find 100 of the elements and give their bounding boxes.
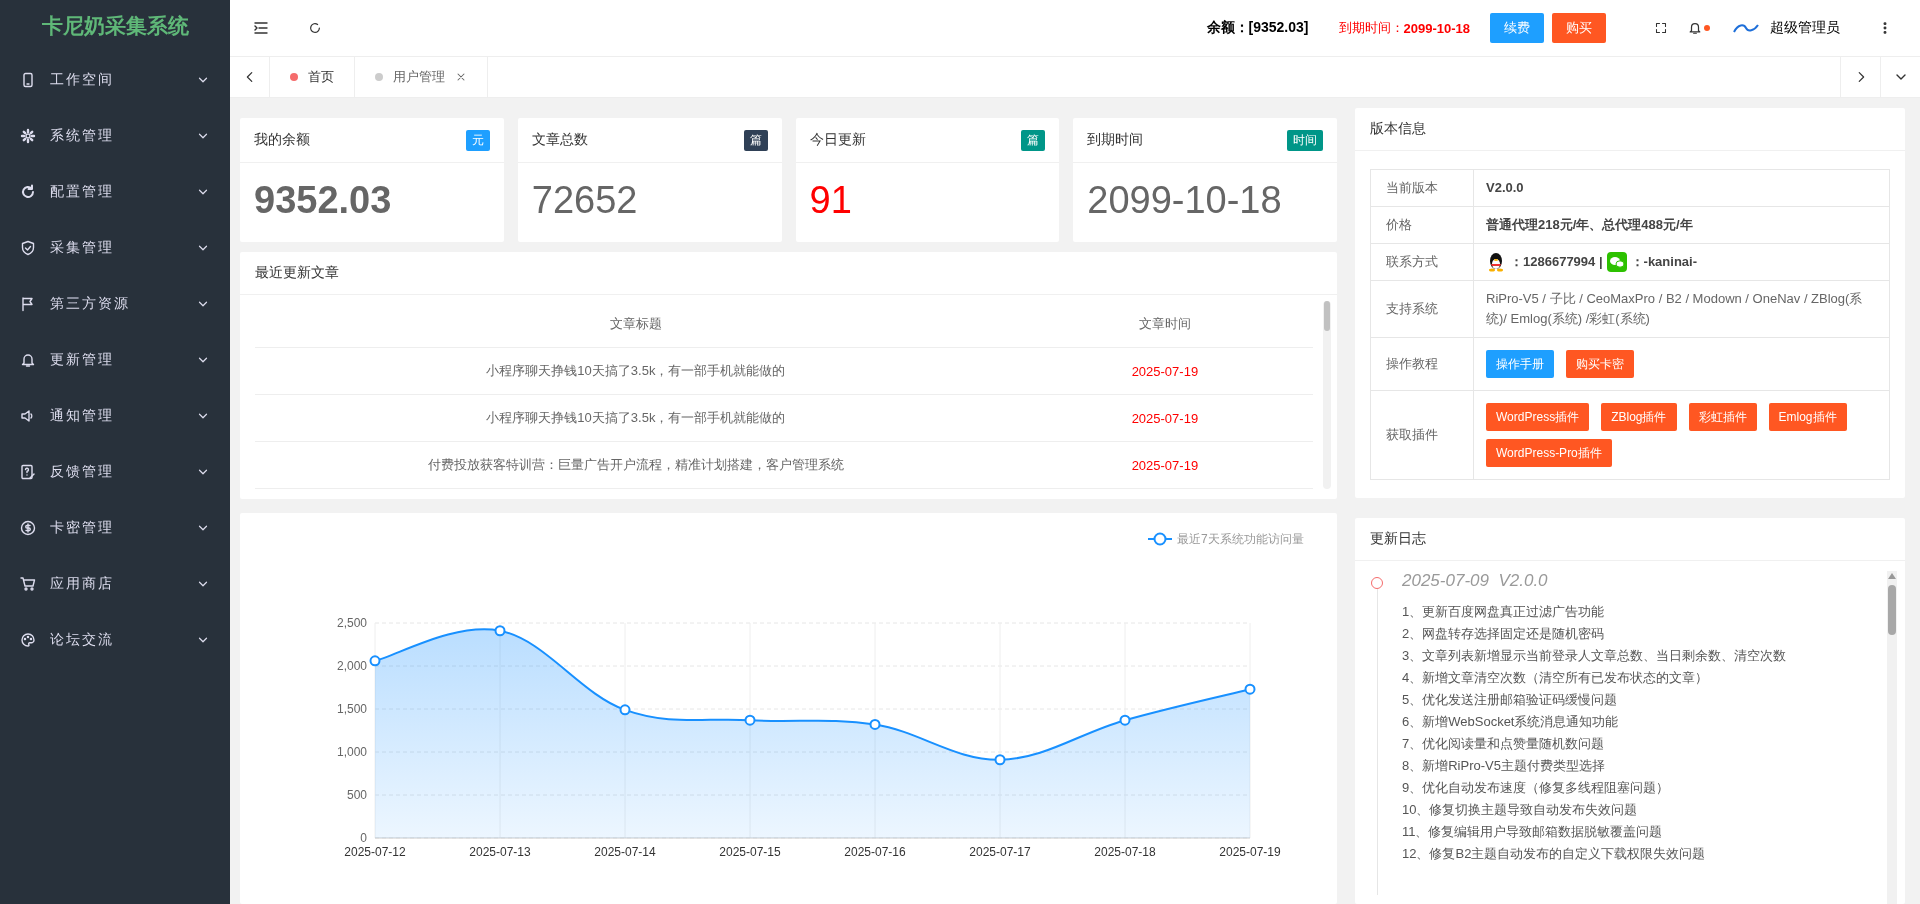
status-dot (290, 73, 298, 81)
changelog-item: 4、新增文章清空次数（清空所有已发布状态的文章） (1402, 669, 1710, 687)
y-tick-label: 2,500 (336, 616, 367, 630)
card-title: 到期时间 (1087, 131, 1144, 149)
app-logo-title: 卡尼奶采集系统 (40, 13, 190, 39)
qq-number: ：1286677994 | (1510, 253, 1603, 271)
card-badge: 元 (465, 129, 490, 151)
changelog-heading: 2025-07-09 V2.0.0 (1402, 571, 1549, 591)
dollar-icon (20, 520, 36, 536)
close-icon (455, 71, 467, 83)
scrollbar[interactable] (1887, 571, 1897, 904)
penguin-icon (1486, 252, 1506, 272)
data-point (619, 704, 631, 716)
table-cell: 2025-07-19 (1016, 394, 1313, 442)
table-cell: 支持系统 (1370, 280, 1474, 338)
table-cell: 当前版本 (1370, 169, 1474, 207)
card-value: 72652 (530, 178, 639, 223)
changelog-item: 2、网盘转存选择固定还是随机密码 (1402, 625, 1606, 643)
changelog-item: 1、更新百度网盘真正过滤广告功能 (1402, 603, 1606, 621)
legend-label: 最近7天系统功能访问量 (1177, 532, 1304, 546)
logo-icon (1732, 21, 1760, 35)
data-point (1119, 714, 1131, 726)
fullscreen-icon (1655, 22, 1667, 34)
scrollbar[interactable] (1323, 301, 1331, 489)
x-tick-label: 2025-07-12 (344, 845, 406, 859)
sidebar-item[interactable]: 第三方资源 (0, 276, 230, 332)
x-tick-label: 2025-07-17 (969, 845, 1031, 859)
card-value: 91 (808, 178, 853, 223)
data-point (994, 754, 1006, 766)
sidebar-item[interactable]: 系统管理 (0, 108, 230, 164)
table-cell: 2025-07-19 (1016, 441, 1313, 489)
balance-text: 余额：[9352.03] (1206, 19, 1309, 37)
data-point (494, 625, 506, 637)
panel-title: 版本信息 (1355, 108, 1905, 151)
table-cell: 联系方式 (1370, 243, 1474, 281)
panel-title: 更新日志 (1355, 518, 1905, 561)
data-point (744, 714, 756, 726)
changelog-item: 12、修复B2主题自动发布的自定义下载权限失效问题 (1402, 845, 1707, 863)
x-tick-label: 2025-07-19 (1219, 845, 1281, 859)
table-cell: 普通代理218元/年、总代理488元/年 (1473, 206, 1890, 244)
feedback-icon (20, 464, 36, 480)
sidebar-item[interactable]: 应用商店 (0, 556, 230, 612)
card-badge: 时间 (1287, 129, 1323, 151)
table-cell: 付费投放获客特训营：巨量广告开户流程，精准计划搭建，客户管理系统 (255, 441, 1017, 489)
sidebar-item[interactable]: 采集管理 (0, 220, 230, 276)
table-cell: 操作教程 (1370, 337, 1474, 391)
table-cell: 小程序聊天挣钱10天搞了3.5k，有一部手机就能做的 (255, 347, 1017, 395)
table-cell: V2.0.0 (1473, 169, 1890, 207)
shield-icon (20, 240, 36, 256)
sidebar-item[interactable]: 通知管理 (0, 388, 230, 444)
x-tick-label: 2025-07-16 (844, 845, 906, 859)
card-value: 2099-10-18 (1086, 178, 1283, 223)
cart-icon (20, 576, 36, 592)
scrollbar-thumb[interactable] (1324, 301, 1330, 331)
x-tick-label: 2025-07-18 (1094, 845, 1156, 859)
palette-icon (20, 632, 36, 648)
changelog-item: 7、优化阅读量和点赞量随机数问题 (1402, 735, 1606, 753)
flag-icon (20, 296, 36, 312)
user-name[interactable]: 超级管理员 (1770, 19, 1840, 37)
sidebar-item[interactable]: 更新管理 (0, 332, 230, 388)
sidebar-item[interactable]: 配置管理 (0, 164, 230, 220)
changelog-item: 8、新增RiPro-V5主题付费类型选择 (1402, 757, 1606, 775)
x-tick-label: 2025-07-14 (594, 845, 656, 859)
expire-label: 到期时间： (1338, 19, 1404, 37)
column-header: 文章时间 (1016, 301, 1313, 348)
sidebar-item[interactable]: 卡密管理 (0, 500, 230, 556)
table-cell: 2025-07-19 (1016, 347, 1313, 395)
changelog-item: 6、新增WebSocket系统消息通知功能 (1402, 713, 1620, 731)
data-point (869, 719, 881, 730)
bell-icon (1688, 21, 1702, 35)
x-tick-label: 2025-07-13 (469, 845, 531, 859)
panel-title: 最近更新文章 (240, 252, 1337, 295)
gear-icon (20, 128, 36, 144)
x-tick-label: 2025-07-15 (719, 845, 781, 859)
expire-date: 2099-10-18 (1403, 20, 1470, 36)
scrollbar-thumb[interactable] (1888, 585, 1896, 635)
sidebar-item[interactable]: 反馈管理 (0, 444, 230, 500)
bell-icon (20, 352, 36, 368)
legend-marker (1147, 532, 1173, 546)
refresh-icon (20, 184, 36, 200)
table-cell: 获取插件 (1370, 390, 1474, 480)
card-title: 我的余额 (254, 131, 310, 149)
y-tick-label: 1,000 (336, 745, 367, 759)
scroll-up-arrow-icon (1888, 573, 1896, 579)
sidebar-item[interactable]: 论坛交流 (0, 612, 230, 668)
y-tick-label: 2,000 (336, 659, 367, 673)
table-cell: 价格 (1370, 206, 1474, 244)
data-point (369, 655, 381, 667)
menu-icon (253, 20, 269, 36)
refresh-icon (308, 21, 322, 35)
column-header: 文章标题 (255, 301, 1017, 348)
card-badge: 篇 (1021, 129, 1046, 151)
table-cell: 小程序聊天挣钱10天搞了3.5k，有一部手机就能做的 (255, 394, 1017, 442)
y-tick-label: 500 (346, 788, 367, 802)
changelog-item: 10、修复切换主题导致自动发布失效问题 (1402, 801, 1639, 819)
sidebar-item[interactable]: 工作空间 (0, 52, 230, 108)
status-dot (375, 73, 383, 81)
notification-dot (1704, 25, 1710, 31)
changelog-item: 9、优化自动发布速度（修复多线程阻塞问题） (1402, 779, 1671, 797)
table-cell: RiPro-V5 / 子比 / CeoMaxPro / B2 / Modown / OneNav / ZBlog(系统)/ Emlog(系统) /彩虹(系统) (1473, 280, 1890, 338)
